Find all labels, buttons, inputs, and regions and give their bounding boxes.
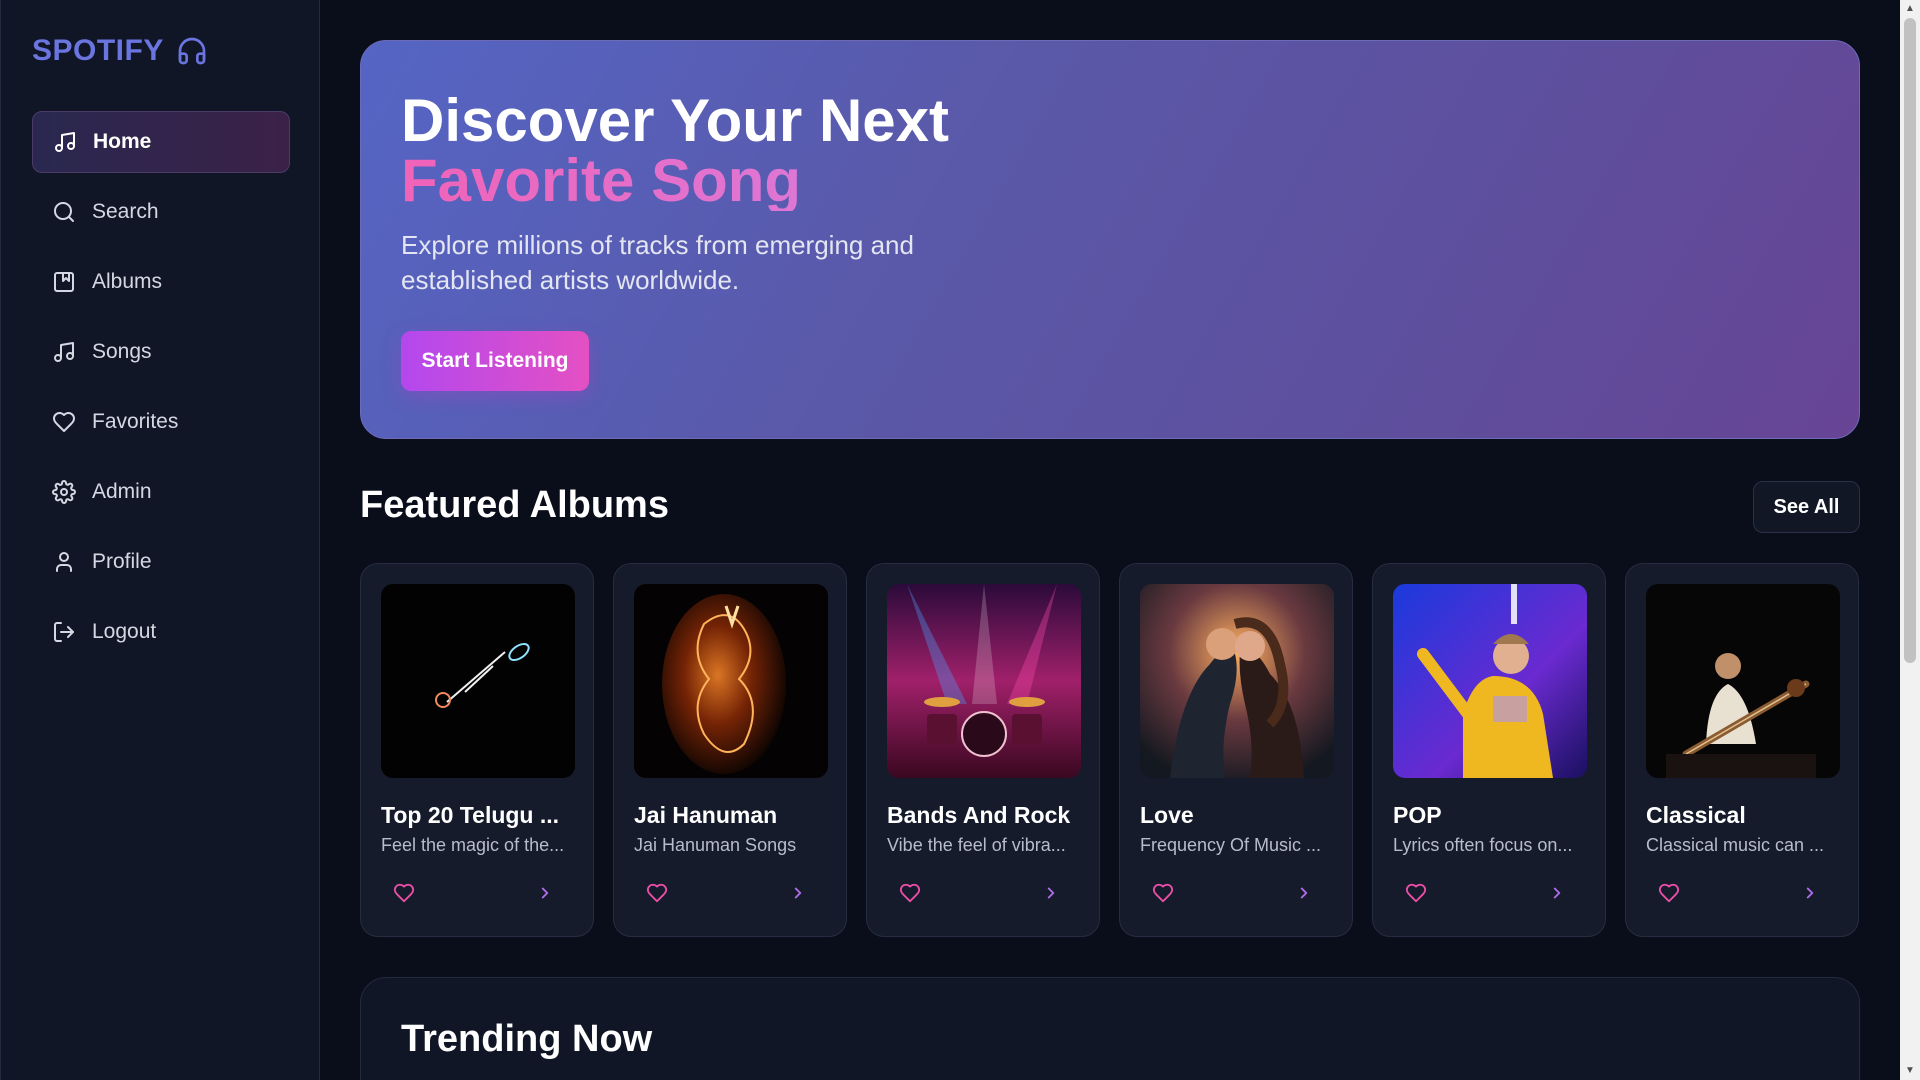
sidebar-item-logout[interactable]: Logout <box>32 601 290 663</box>
trending-section: Trending Now <box>360 977 1860 1080</box>
sidebar-item-admin[interactable]: Admin <box>32 461 290 523</box>
album-cover-art <box>1393 584 1587 778</box>
album-description: Lyrics often focus on... <box>1393 835 1573 855</box>
album-cover-art <box>381 584 575 778</box>
album-description: Jai Hanuman Songs <box>634 835 797 855</box>
album-title: Bands And Rock <box>887 802 1071 828</box>
sidebar-item-label: Admin <box>92 480 152 503</box>
music-note-icon <box>54 342 74 362</box>
album-title: Love <box>1140 802 1194 828</box>
chevron-right-icon[interactable] <box>1548 884 1566 902</box>
album-card[interactable]: Jai Hanuman Jai Hanuman Songs <box>613 563 847 937</box>
sidebar-item-search[interactable]: Search <box>32 181 290 243</box>
featured-albums-grid: Top 20 Telugu ... Feel the magic of the.… <box>360 563 1860 937</box>
album-cover-art <box>1646 584 1840 778</box>
music-note-icon <box>55 132 75 152</box>
album-cover <box>1393 584 1587 778</box>
album-cover <box>1646 584 1840 778</box>
start-listening-button[interactable]: Start Listening <box>401 331 589 391</box>
search-icon <box>54 202 74 222</box>
album-icon <box>54 272 74 292</box>
hero-title: Discover Your Next Favorite Song <box>401 91 949 211</box>
album-card[interactable]: POP Lyrics often focus on... <box>1372 563 1606 937</box>
album-cover-art <box>1140 584 1334 778</box>
see-all-button[interactable]: See All <box>1753 481 1860 533</box>
chevron-right-icon[interactable] <box>536 884 554 902</box>
hero-title-accent: Favorite Song <box>401 151 949 211</box>
album-title: Jai Hanuman <box>634 802 778 828</box>
sidebar-item-label: Favorites <box>92 410 179 433</box>
sidebar-item-profile[interactable]: Profile <box>32 531 290 593</box>
sidebar: SPOTIFY Home Search Albums Songs Favorit… <box>0 0 320 1080</box>
album-description: Feel the magic of the... <box>381 835 565 855</box>
album-card[interactable]: Top 20 Telugu ... Feel the magic of the.… <box>360 563 594 937</box>
album-title: Classical <box>1646 802 1746 828</box>
album-description: Vibe the feel of vibra... <box>887 835 1066 855</box>
sidebar-item-albums[interactable]: Albums <box>32 251 290 313</box>
featured-albums-title: Featured Albums <box>360 484 669 526</box>
chevron-right-icon[interactable] <box>1042 884 1060 902</box>
sidebar-item-label: Logout <box>92 620 157 643</box>
sidebar-item-songs[interactable]: Songs <box>32 321 290 383</box>
heart-icon[interactable] <box>1152 882 1174 904</box>
album-description: Classical music can ... <box>1646 835 1825 855</box>
heart-icon[interactable] <box>1405 882 1427 904</box>
heart-icon[interactable] <box>1658 882 1680 904</box>
album-cover <box>381 584 575 778</box>
hero-banner: Discover Your Next Favorite Song Explore… <box>360 40 1860 439</box>
scrollbar[interactable]: ▲ ▼ <box>1900 0 1920 1080</box>
gear-icon <box>52 480 76 504</box>
album-cover-art <box>887 584 1081 778</box>
scrollbar-thumb[interactable] <box>1904 18 1916 663</box>
album-card[interactable]: Bands And Rock Vibe the feel of vibra... <box>866 563 1100 937</box>
album-description: Frequency Of Music ... <box>1140 835 1322 855</box>
hero-title-line1: Discover Your Next <box>401 87 949 154</box>
sidebar-nav: Home Search Albums Songs Favorites Admin… <box>32 111 290 671</box>
heart-icon[interactable] <box>646 882 668 904</box>
logout-icon <box>54 622 74 642</box>
album-card[interactable]: Classical Classical music can ... <box>1625 563 1859 937</box>
heart-icon <box>53 412 75 432</box>
sidebar-item-label: Albums <box>92 270 163 293</box>
album-card[interactable]: Love Frequency Of Music ... <box>1119 563 1353 937</box>
scroll-down-arrow-icon[interactable]: ▼ <box>1904 1064 1916 1078</box>
sidebar-item-label: Search <box>92 200 159 223</box>
headphones-icon <box>178 37 206 65</box>
sidebar-item-favorites[interactable]: Favorites <box>32 391 290 453</box>
album-cover <box>634 584 828 778</box>
user-icon <box>56 552 72 572</box>
hero-subtitle: Explore millions of tracks from emerging… <box>401 230 914 295</box>
sidebar-item-label: Songs <box>92 340 152 363</box>
chevron-right-icon[interactable] <box>789 884 807 902</box>
brand-name: SPOTIFY <box>32 34 164 67</box>
trending-title: Trending Now <box>401 1018 653 1060</box>
sidebar-item-home[interactable]: Home <box>32 111 290 173</box>
heart-icon[interactable] <box>393 882 415 904</box>
sidebar-item-label: Home <box>93 130 152 153</box>
main-content: Discover Your Next Favorite Song Explore… <box>320 0 1900 1080</box>
heart-icon[interactable] <box>899 882 921 904</box>
album-cover <box>1140 584 1334 778</box>
album-cover-art <box>634 584 828 778</box>
album-title: Top 20 Telugu ... <box>381 802 560 828</box>
chevron-right-icon[interactable] <box>1801 884 1819 902</box>
album-cover <box>887 584 1081 778</box>
sidebar-item-label: Profile <box>92 550 152 573</box>
brand-logo[interactable]: SPOTIFY <box>32 34 208 68</box>
chevron-right-icon[interactable] <box>1295 884 1313 902</box>
scroll-up-arrow-icon[interactable]: ▲ <box>1904 2 1916 16</box>
album-title: POP <box>1393 802 1442 828</box>
